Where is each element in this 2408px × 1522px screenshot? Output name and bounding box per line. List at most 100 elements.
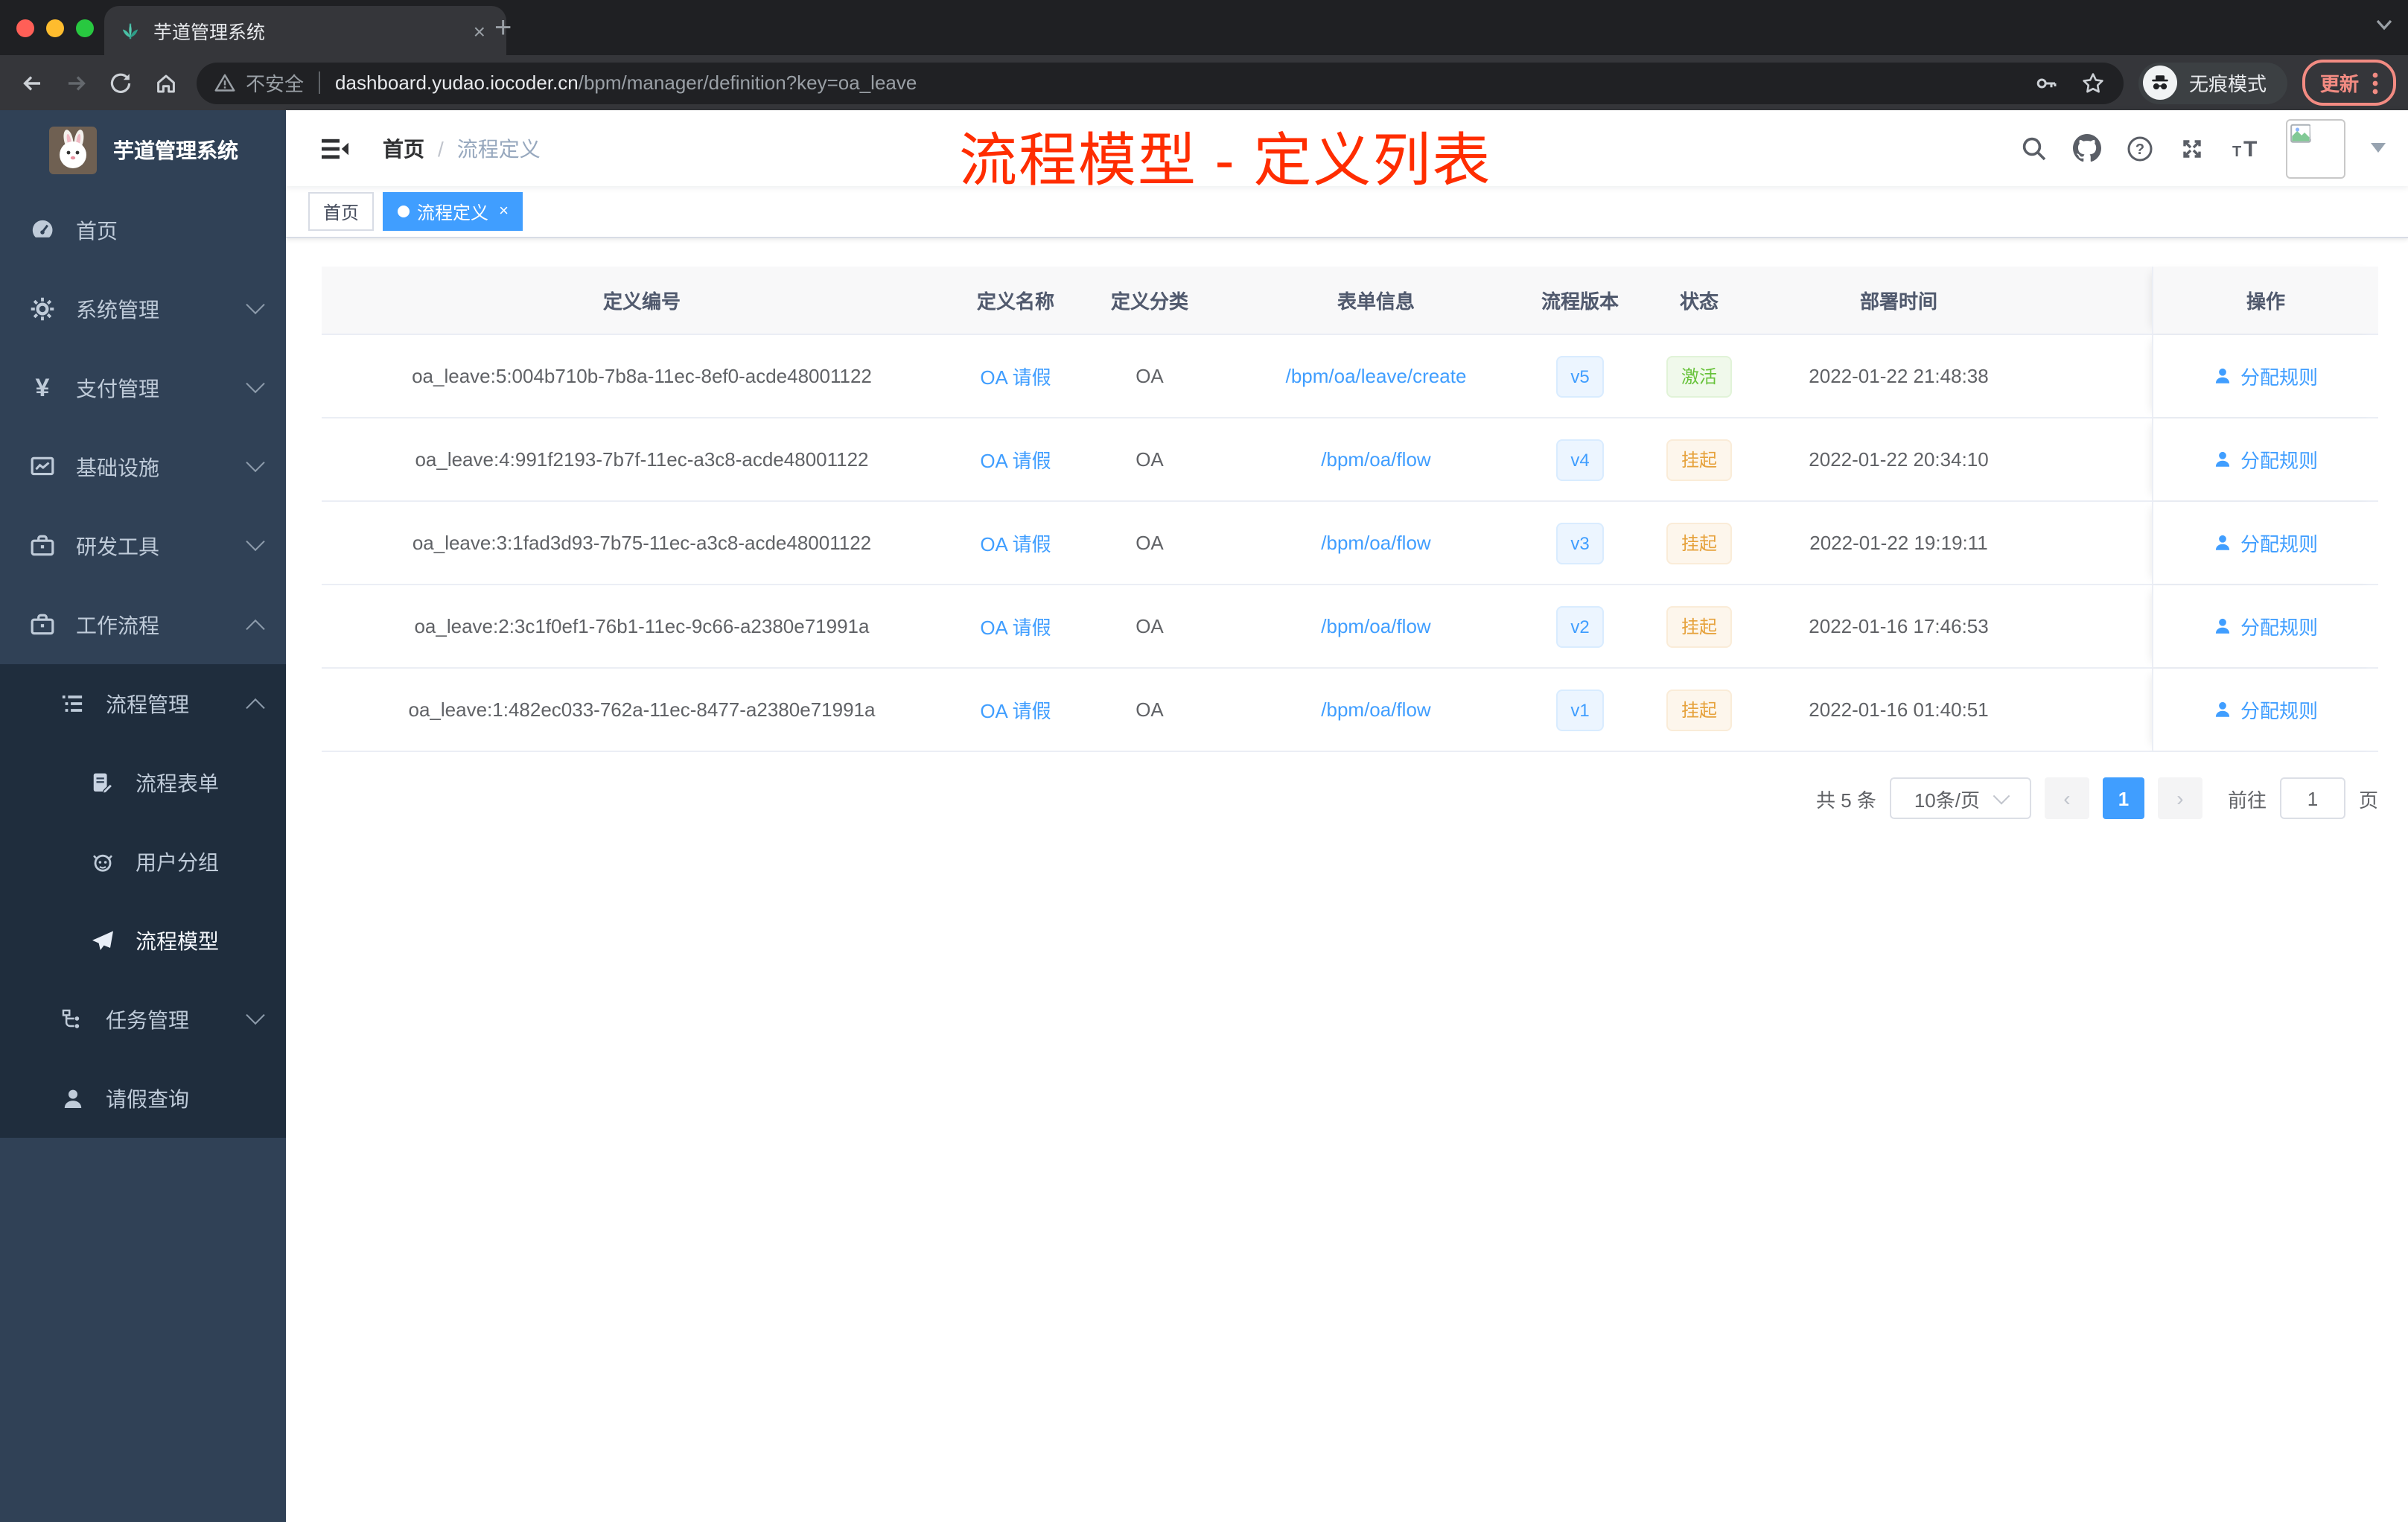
definition-name-link[interactable]: OA 请假: [980, 617, 1051, 639]
tag-close-icon[interactable]: ×: [499, 203, 509, 220]
form-link[interactable]: /bpm/oa/flow: [1321, 615, 1430, 637]
sidebar-item-label: 系统管理: [76, 297, 159, 321]
form-link[interactable]: /bpm/oa/flow: [1321, 448, 1430, 471]
tab-title: 芋道管理系统: [153, 22, 266, 43]
font-size-icon[interactable]: T T: [2231, 135, 2261, 162]
definition-name-link[interactable]: OA 请假: [980, 450, 1051, 472]
definition-id: oa_leave:2:3c1f0ef1-76b1-11ec-9c66-a2380…: [414, 615, 870, 637]
password-key-icon[interactable]: [2034, 71, 2060, 95]
sidebar-item-home[interactable]: 首页: [0, 191, 286, 270]
form-link[interactable]: /bpm/oa/flow: [1321, 698, 1430, 721]
sidebar-item-process-form[interactable]: 流程表单: [0, 743, 286, 822]
chevron-down-icon: [246, 295, 265, 315]
document-edit-icon: [89, 770, 115, 795]
definition-name-link[interactable]: OA 请假: [980, 366, 1051, 389]
sidebar-item-label: 用户分组: [136, 850, 219, 873]
assign-rule-button[interactable]: 分配规则: [2214, 695, 2318, 724]
url-host: dashboard.yudao.iocoder.cn: [335, 71, 579, 94]
col-header-actions: 操作: [2152, 267, 2378, 334]
breadcrumb-home[interactable]: 首页: [383, 133, 424, 163]
gear-icon: [30, 296, 55, 322]
sidebar-item-process-model[interactable]: 流程模型: [0, 901, 286, 980]
goto-page-input[interactable]: [2279, 777, 2345, 819]
definition-name-link[interactable]: OA 请假: [980, 700, 1051, 722]
person-icon: [60, 1086, 85, 1111]
assign-rule-button[interactable]: 分配规则: [2214, 362, 2318, 390]
sidebar-item-process-management[interactable]: 流程管理: [0, 664, 286, 743]
svg-text:?: ?: [2135, 141, 2144, 157]
app-title: 芋道管理系统: [113, 138, 238, 162]
back-button[interactable]: [12, 63, 51, 102]
page-size-select[interactable]: 10条/页: [1889, 777, 2031, 819]
search-icon[interactable]: [2021, 135, 2048, 162]
prev-page-button[interactable]: ‹: [2044, 777, 2089, 819]
page-content: 定义编号 定义名称 定义分类 表单信息 流程版本 状态 部署时间 操作 oa_l…: [286, 238, 2408, 1522]
maximize-window-button[interactable]: [76, 19, 94, 37]
sidebar-item-system[interactable]: 系统管理: [0, 270, 286, 348]
deploy-time: 2022-01-22 21:48:38: [1809, 365, 1989, 387]
current-page-button[interactable]: 1: [2102, 777, 2144, 819]
tag-home[interactable]: 首页: [308, 192, 375, 231]
sidebar-item-label: 任务管理: [106, 1007, 189, 1031]
user-icon: [2216, 618, 2231, 634]
sidebar-item-label: 支付管理: [76, 376, 159, 400]
sidebar-item-leave-query[interactable]: 请假查询: [0, 1059, 286, 1138]
fullscreen-icon[interactable]: [2179, 135, 2205, 162]
browser-menu-icon[interactable]: [2372, 71, 2378, 95]
browser-tab[interactable]: 芋道管理系统 ×: [104, 6, 506, 55]
chevron-down-icon: [246, 1005, 265, 1025]
home-button[interactable]: [146, 63, 185, 102]
next-page-button[interactable]: ›: [2157, 777, 2202, 819]
page-size-value: 10条/页: [1914, 789, 1980, 811]
user-avatar[interactable]: [2286, 118, 2345, 178]
caret-down-icon[interactable]: [2371, 143, 2386, 153]
deploy-time: 2022-01-22 20:34:10: [1809, 448, 1989, 471]
sidebar-item-devtools[interactable]: 研发工具: [0, 506, 286, 585]
new-tab-button[interactable]: +: [494, 12, 512, 46]
close-window-button[interactable]: [16, 19, 34, 37]
sidebar-item-workflow[interactable]: 工作流程: [0, 585, 286, 664]
user-group-face-icon: [89, 849, 115, 874]
sidebar-item-label: 研发工具: [76, 534, 159, 558]
org-branch-icon: [60, 1007, 85, 1032]
assign-rule-button[interactable]: 分配规则: [2214, 612, 2318, 640]
assign-rule-button[interactable]: 分配规则: [2214, 529, 2318, 557]
reload-button[interactable]: [101, 63, 140, 102]
table-header-row: 定义编号 定义名称 定义分类 表单信息 流程版本 状态 部署时间 操作: [322, 267, 2378, 335]
browser-update-button[interactable]: 更新: [2302, 60, 2396, 106]
sidebar-item-user-group[interactable]: 用户分组: [0, 822, 286, 901]
status-badge: 挂起: [1666, 605, 1732, 647]
logo-rabbit-avatar: [49, 127, 97, 174]
deploy-time: 2022-01-16 01:40:51: [1809, 698, 1989, 721]
sidebar-item-payment[interactable]: ¥ 支付管理: [0, 348, 286, 427]
forward-button[interactable]: [57, 63, 95, 102]
tab-close-icon[interactable]: ×: [468, 19, 491, 42]
svg-text:T: T: [2232, 143, 2241, 159]
version-badge: v5: [1555, 355, 1605, 397]
minimize-window-button[interactable]: [46, 19, 64, 37]
url-text: dashboard.yudao.iocoder.cn/bpm/manager/d…: [335, 71, 917, 94]
sidebar-item-task-management[interactable]: 任务管理: [0, 980, 286, 1059]
tab-search-chevron-icon[interactable]: [2375, 18, 2393, 31]
update-label: 更新: [2319, 73, 2359, 95]
user-icon: [2216, 368, 2231, 383]
bookmark-star-icon[interactable]: [2080, 71, 2106, 95]
assign-rule-button[interactable]: 分配规则: [2214, 445, 2318, 474]
pagination: 共 5 条 10条/页 ‹ 1 › 前往 页: [322, 777, 2378, 819]
macos-traffic-lights: [16, 19, 94, 37]
incognito-badge: 无痕模式: [2138, 62, 2287, 104]
sidebar-item-label: 首页: [76, 218, 118, 242]
breadcrumb-current: 流程定义: [456, 136, 541, 160]
help-icon[interactable]: ?: [2127, 135, 2153, 162]
form-link[interactable]: /bpm/oa/leave/create: [1286, 365, 1467, 387]
address-bar[interactable]: 不安全 dashboard.yudao.iocoder.cn/bpm/manag…: [197, 62, 2124, 104]
sidebar-item-infra[interactable]: 基础设施: [0, 427, 286, 506]
github-icon[interactable]: [2073, 134, 2101, 162]
hamburger-icon[interactable]: [308, 133, 362, 163]
sidebar-logo[interactable]: 芋道管理系统: [0, 110, 286, 191]
definition-id: oa_leave:1:482ec033-762a-11ec-8477-a2380…: [408, 698, 876, 721]
definition-name-link[interactable]: OA 请假: [980, 533, 1051, 555]
form-link[interactable]: /bpm/oa/flow: [1321, 532, 1430, 554]
table-row: oa_leave:2:3c1f0ef1-76b1-11ec-9c66-a2380…: [322, 585, 2378, 669]
tag-process-definition[interactable]: 流程定义 ×: [383, 192, 523, 231]
